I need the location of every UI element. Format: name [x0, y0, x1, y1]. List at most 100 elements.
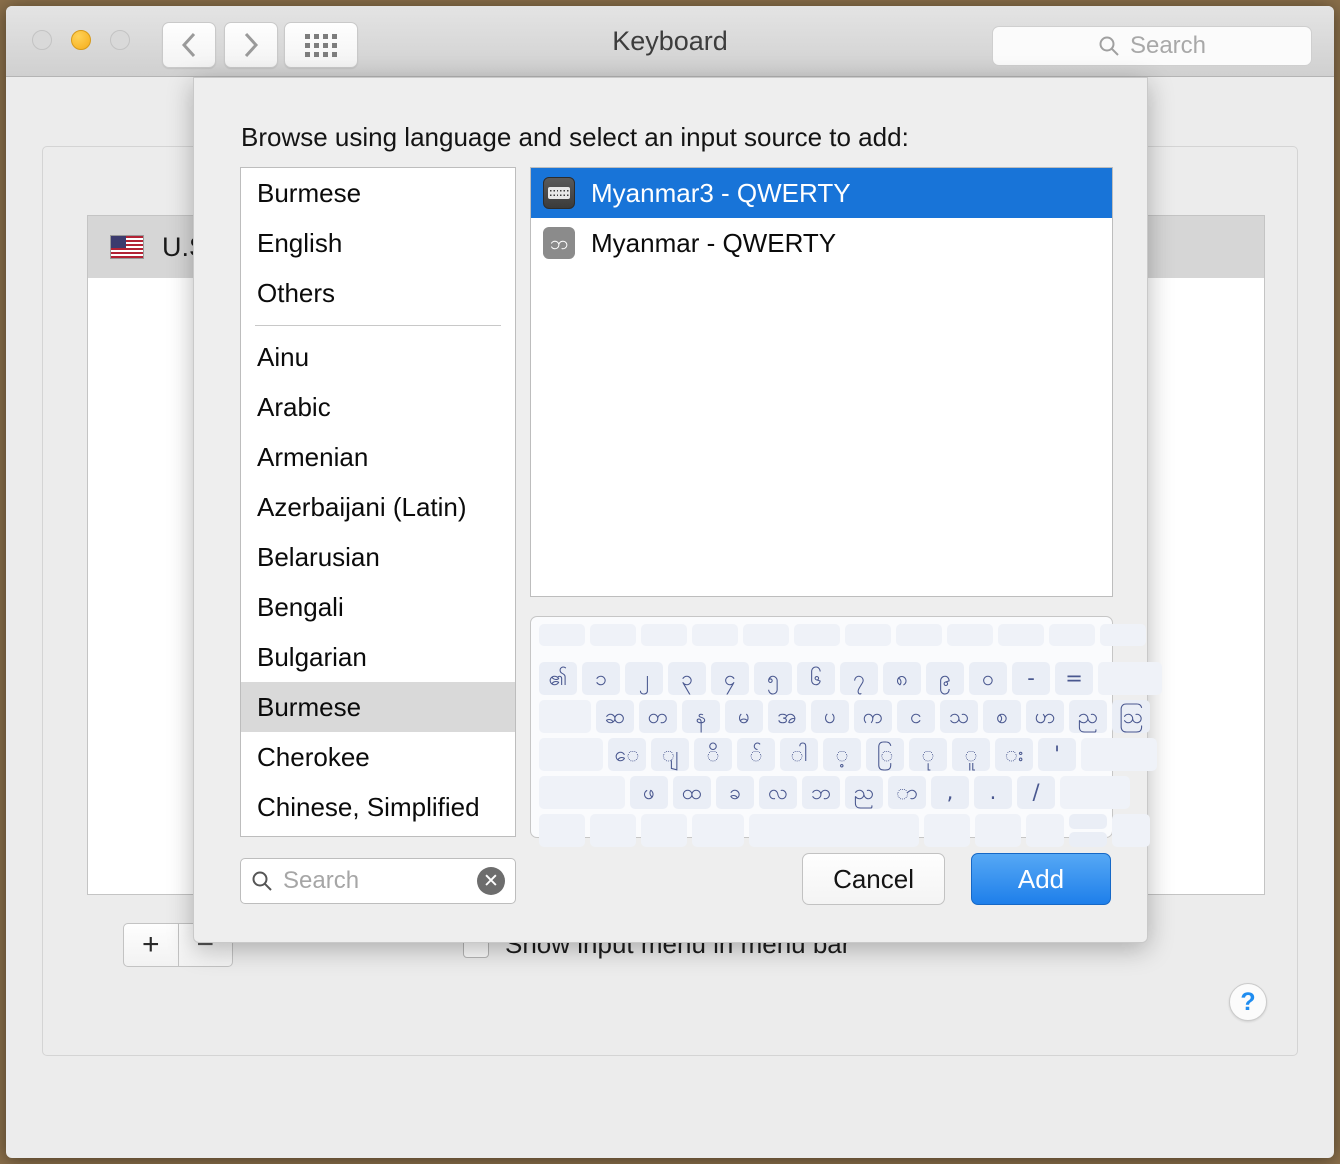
- keyboard-layout-preview: ၏ ၁ ၂ ၃ ၄ ၅ ၆ ၇ ၈ ၉ ၀ - = ဆ တ န မ အ ပ က …: [530, 616, 1162, 847]
- key-char: ၁: [582, 662, 620, 695]
- burmese-glyph-icon: ဘ: [543, 227, 575, 259]
- sheet-search-placeholder: Search: [283, 867, 360, 894]
- key-char: ၈: [883, 662, 921, 695]
- key-char: ျ: [651, 738, 689, 771]
- key-char: ခ: [716, 776, 754, 809]
- key-char: ါ: [780, 738, 818, 771]
- keyboard-row-top: ဆ တ န မ အ ပ က င သ စ ဟ ည ဩ: [539, 700, 1150, 733]
- key-capslock: [539, 738, 603, 771]
- window-titlebar: Keyboard Search: [6, 6, 1334, 77]
- sheet-search-field[interactable]: Search ✕: [240, 858, 516, 904]
- language-item-belarusian[interactable]: Belarusian: [241, 532, 515, 582]
- key-char: ၆: [797, 662, 835, 695]
- key-return: [1081, 738, 1157, 771]
- language-item-cherokee[interactable]: Cherokee: [241, 732, 515, 782]
- key-blank: [947, 624, 993, 646]
- key-char: လ: [759, 776, 797, 809]
- add-input-source-button[interactable]: +: [123, 923, 179, 967]
- key-char: ဆ: [596, 700, 634, 733]
- input-source-myanmar3[interactable]: Myanmar3 - QWERTY: [531, 168, 1112, 218]
- language-item-arabic[interactable]: Arabic: [241, 382, 515, 432]
- key-comma: ,: [931, 776, 969, 809]
- key-char: က: [854, 700, 892, 733]
- key-char: ူ: [952, 738, 990, 771]
- keyboard-row-bottom: ဖ ထ ခ လ ဘ ည ာ , . /: [539, 776, 1130, 809]
- keyboard-row-function: [539, 624, 1146, 657]
- keyboard-row-modifiers: [539, 814, 1150, 847]
- key-blank: [1049, 624, 1095, 646]
- key-char: ု: [909, 738, 947, 771]
- search-icon: [252, 871, 272, 891]
- key-blank: [998, 624, 1044, 646]
- key-char: း: [995, 738, 1033, 771]
- search-icon: [1099, 36, 1119, 56]
- key-slash: /: [1017, 776, 1055, 809]
- key-char: ၄: [711, 662, 749, 695]
- key-char: ဟ: [1026, 700, 1064, 733]
- language-item-chinese-simplified[interactable]: Chinese, Simplified: [241, 782, 515, 832]
- key-blank: [896, 624, 942, 646]
- key-char: မ: [725, 700, 763, 733]
- language-item-armenian[interactable]: Armenian: [241, 432, 515, 482]
- key-fn: [539, 814, 585, 847]
- key-char: ၉: [926, 662, 964, 695]
- key-hyphen: -: [1012, 662, 1050, 695]
- language-list[interactable]: Burmese English Others Ainu Arabic Armen…: [240, 167, 516, 837]
- clear-search-icon[interactable]: ✕: [477, 867, 505, 895]
- add-input-source-sheet: Browse using language and select an inpu…: [193, 77, 1162, 943]
- key-char: ဖ: [630, 776, 668, 809]
- language-item-others-top[interactable]: Others: [241, 268, 515, 318]
- key-char: ၏: [539, 662, 577, 695]
- language-list-separator: [255, 325, 501, 326]
- key-char: ၅: [754, 662, 792, 695]
- key-equals: =: [1055, 662, 1093, 695]
- key-arrow-up: [1069, 814, 1107, 829]
- key-char: တ: [639, 700, 677, 733]
- key-blank: [641, 624, 687, 646]
- key-blank: [692, 624, 738, 646]
- key-option-left: [641, 814, 687, 847]
- key-blank: [1100, 624, 1146, 646]
- key-char: ိ: [694, 738, 732, 771]
- key-option-right: [975, 814, 1021, 847]
- key-char: ၂: [625, 662, 663, 695]
- key-blank: [845, 624, 891, 646]
- cancel-button[interactable]: Cancel: [802, 853, 945, 905]
- input-source-myanmar[interactable]: ဘ Myanmar - QWERTY: [531, 218, 1112, 268]
- language-item-english-top[interactable]: English: [241, 218, 515, 268]
- key-char: ည: [1069, 700, 1107, 733]
- language-item-bulgarian[interactable]: Bulgarian: [241, 632, 515, 682]
- input-source-label: Myanmar - QWERTY: [591, 227, 837, 258]
- key-shift-left: [539, 776, 625, 809]
- add-button[interactable]: Add: [971, 853, 1111, 905]
- key-control: [590, 814, 636, 847]
- key-char: င: [897, 700, 935, 733]
- language-item-bengali[interactable]: Bengali: [241, 582, 515, 632]
- language-item-burmese-top[interactable]: Burmese: [241, 168, 515, 218]
- key-char: ၃: [668, 662, 706, 695]
- help-button[interactable]: ?: [1229, 983, 1267, 1021]
- language-item-azerbaijani[interactable]: Azerbaijani (Latin): [241, 482, 515, 532]
- input-source-label: Myanmar3 - QWERTY: [591, 177, 851, 208]
- key-char: ့: [823, 738, 861, 771]
- key-arrow-updown-cluster: [1069, 814, 1107, 847]
- language-item-burmese[interactable]: Burmese: [241, 682, 515, 732]
- sheet-title: Browse using language and select an inpu…: [241, 122, 909, 152]
- key-tab: [539, 700, 591, 733]
- key-char: အ: [768, 700, 806, 733]
- key-char: န: [682, 700, 720, 733]
- key-char: ထ: [673, 776, 711, 809]
- language-item-ainu[interactable]: Ainu: [241, 332, 515, 382]
- key-blank: [590, 624, 636, 646]
- key-blank: [743, 624, 789, 646]
- key-arrow-right: [1112, 814, 1150, 847]
- key-char: စ: [983, 700, 1021, 733]
- sheet-input-source-list[interactable]: Myanmar3 - QWERTY ဘ Myanmar - QWERTY: [530, 167, 1113, 597]
- keyboard-icon: [543, 177, 575, 209]
- window-search-field[interactable]: Search: [992, 26, 1312, 66]
- key-char: ၇: [840, 662, 878, 695]
- key-space: [749, 814, 919, 847]
- key-command-left: [692, 814, 744, 847]
- sheet-button-row: Cancel Add: [802, 853, 1111, 905]
- window-search-placeholder: Search: [1129, 32, 1207, 59]
